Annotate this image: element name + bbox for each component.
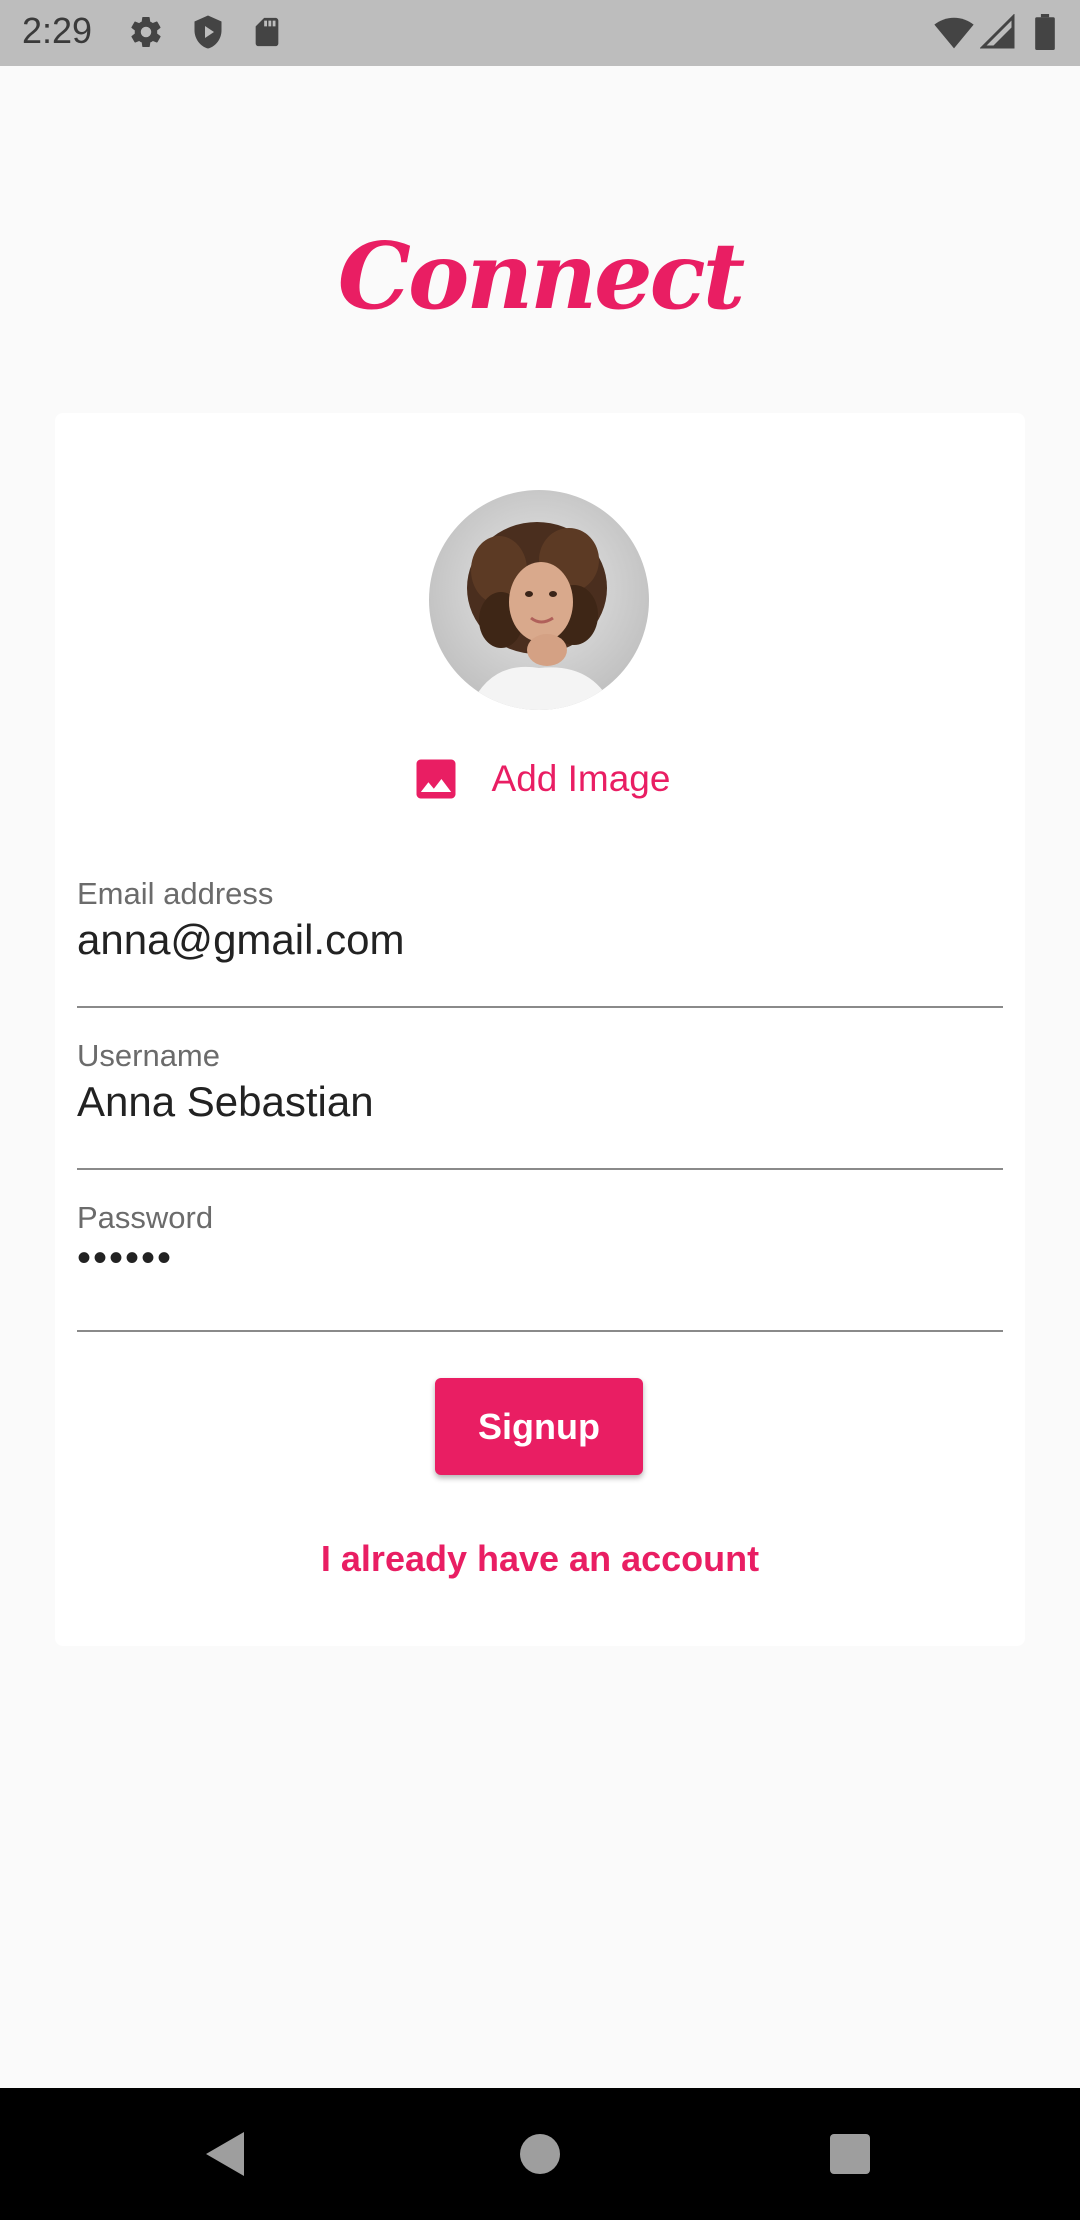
username-field[interactable]: Username Anna Sebastian xyxy=(77,1038,1003,1170)
email-field[interactable]: Email address anna@gmail.com xyxy=(77,876,1003,1008)
shield-play-icon xyxy=(190,14,226,50)
password-label: Password xyxy=(77,1200,214,1235)
status-time: 2:29 xyxy=(22,10,93,51)
password-field[interactable]: Password •••••• xyxy=(77,1200,1003,1332)
add-image-button[interactable]: Add Image xyxy=(55,749,1025,809)
navigation-bar xyxy=(0,2088,1080,2220)
gear-icon xyxy=(128,14,164,50)
username-value[interactable]: Anna Sebastian xyxy=(77,1078,374,1126)
email-value[interactable]: anna@gmail.com xyxy=(77,916,404,964)
username-label: Username xyxy=(77,1038,220,1073)
recents-icon[interactable] xyxy=(828,2130,872,2183)
email-label: Email address xyxy=(77,876,274,911)
image-icon xyxy=(410,753,462,805)
status-bar: 2:29 xyxy=(0,0,1080,66)
signup-card: Add Image Email address anna@gmail.com U… xyxy=(55,413,1025,1646)
signal-icon xyxy=(980,14,1016,50)
back-icon[interactable] xyxy=(204,2130,248,2183)
app-title: Connect xyxy=(337,222,745,330)
wifi-icon xyxy=(934,14,974,50)
avatar[interactable] xyxy=(429,490,649,710)
add-image-label: Add Image xyxy=(491,758,671,799)
password-value[interactable]: •••••• xyxy=(77,1236,173,1281)
sd-card-icon xyxy=(250,14,284,50)
login-link[interactable]: I already have an account xyxy=(55,1538,1025,1580)
home-icon[interactable] xyxy=(518,2130,562,2183)
signup-button[interactable]: Signup xyxy=(435,1378,643,1475)
battery-icon xyxy=(1034,14,1056,50)
